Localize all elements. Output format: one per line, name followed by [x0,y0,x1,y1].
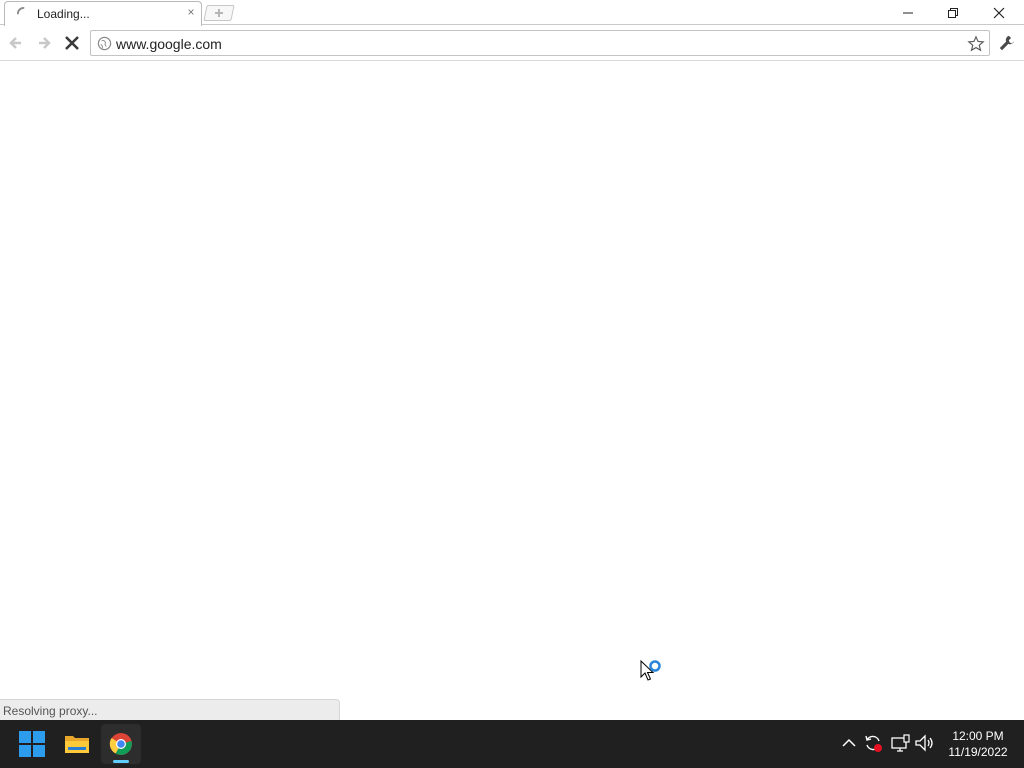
start-button[interactable] [12,724,52,764]
folder-icon [65,736,89,753]
url-text: www.google.com [116,36,222,52]
file-explorer-button[interactable] [57,724,97,764]
wrench-icon[interactable] [998,34,1016,52]
loading-spinner-icon [17,7,25,15]
busy-cursor-icon [640,660,661,681]
clock-date: 11/19/2022 [948,745,1008,759]
browser-tab[interactable]: Loading... × [4,1,202,26]
page-content [0,62,1024,720]
address-bar[interactable]: www.google.com [90,30,990,56]
title-bar: Loading... × [0,0,1024,26]
new-tab-button[interactable] [203,5,235,21]
chrome-icon [109,733,132,755]
forward-arrow-icon[interactable] [34,33,54,53]
close-icon [993,7,1005,19]
volume-icon[interactable] [913,732,935,754]
network-icon[interactable] [889,732,911,754]
restore-icon [948,8,958,18]
taskbar: 12:00 PM 11/19/2022 [0,720,1024,768]
browser-toolbar: www.google.com [0,26,1024,61]
chevron-up-icon[interactable] [838,732,860,754]
active-indicator [113,760,129,763]
taskbar-clock[interactable]: 12:00 PM 11/19/2022 [940,728,1016,760]
clock-time: 12:00 PM [952,729,1004,743]
tab-title: Loading... [37,7,90,21]
tab-close-icon[interactable]: × [185,6,197,18]
sync-icon[interactable] [862,732,884,754]
back-arrow-icon[interactable] [6,33,26,53]
globe-icon [97,36,112,51]
chrome-taskbar-button[interactable] [101,724,141,764]
star-icon[interactable] [967,35,985,53]
windows-logo-icon [19,731,45,757]
minimize-button[interactable] [885,0,931,25]
plus-icon [215,9,223,17]
status-bubble: Resolving proxy... [0,699,340,720]
restore-button[interactable] [930,0,976,25]
minimize-icon [903,12,913,14]
close-window-button[interactable] [976,0,1022,25]
stop-icon[interactable] [62,33,82,53]
